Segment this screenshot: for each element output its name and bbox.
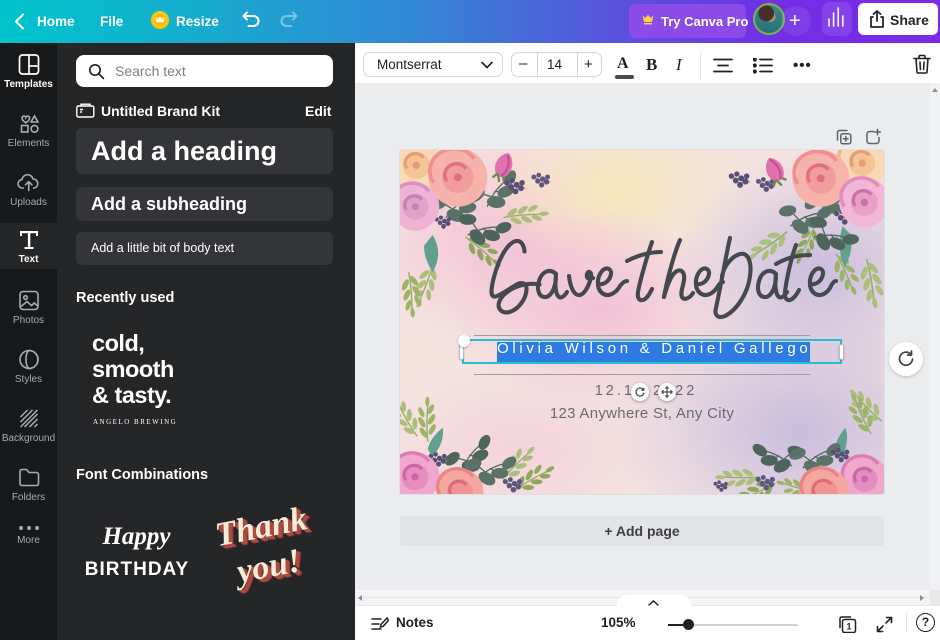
svg-text:1: 1 [846,622,851,632]
